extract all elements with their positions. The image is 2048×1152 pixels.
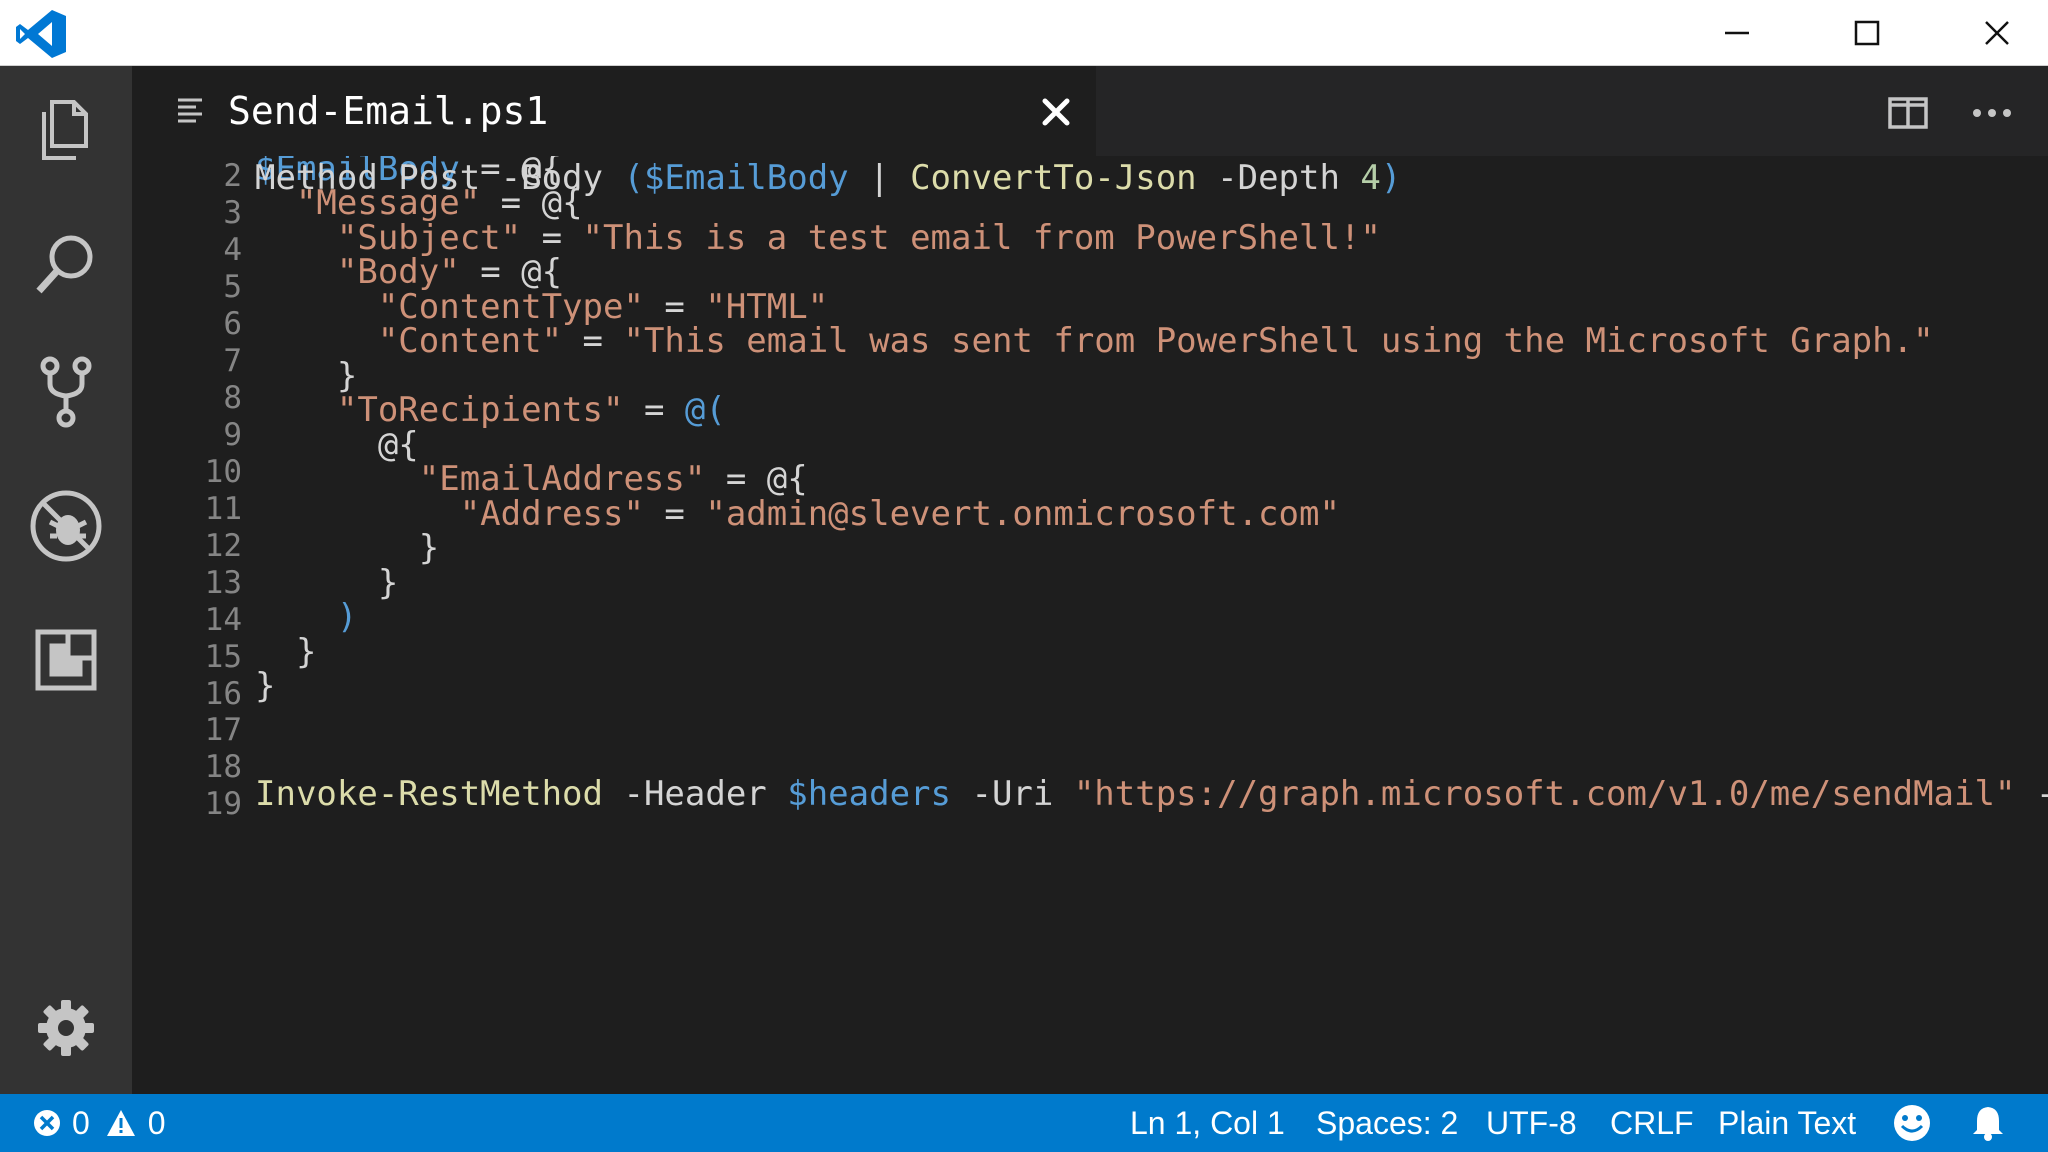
code-token: "admin@slevert.onmicrosoft.com": [705, 494, 1340, 534]
indentation[interactable]: Spaces: 2: [1316, 1094, 1458, 1152]
code-token: |: [848, 158, 911, 198]
gear-icon[interactable]: [26, 988, 106, 1068]
language-mode[interactable]: Plain Text: [1718, 1094, 1856, 1152]
line-number: 18: [204, 749, 242, 785]
line-number-gutter: 12345678910111213141516171819: [132, 156, 242, 1094]
tab-title: Send-Email.ps1: [228, 89, 549, 133]
warning-icon: [104, 1106, 138, 1140]
smiley-icon[interactable]: [1892, 1094, 1932, 1152]
code-token: "This email was sent from PowerShell usi…: [623, 321, 1934, 361]
bell-icon[interactable]: [1970, 1094, 2006, 1152]
git-branch-icon[interactable]: [26, 352, 106, 432]
code-token: ConvertTo-Json: [910, 158, 1197, 198]
code-token: (: [623, 158, 644, 198]
line-number: 5: [223, 269, 242, 305]
line-number: 12: [204, 528, 242, 564]
end-of-line[interactable]: CRLF: [1610, 1094, 1694, 1152]
maximize-icon[interactable]: [1802, 0, 1932, 66]
code-token: $EmailBody: [643, 158, 849, 198]
line-number: 17: [204, 712, 242, 748]
code-token: "Address": [459, 494, 644, 534]
code-token: "This is a test email from PowerShell!": [582, 218, 1381, 258]
files-icon[interactable]: [26, 90, 106, 170]
line-number: 16: [204, 676, 242, 712]
code-line: }: [255, 664, 275, 708]
warning-count: 0: [147, 1104, 166, 1141]
code-token: "Content": [377, 321, 563, 361]
code-line: "Content" = "This email was sent from Po…: [255, 319, 1934, 363]
lines-icon: [176, 96, 204, 126]
code-token: $headers: [787, 774, 951, 814]
line-number: 3: [223, 195, 242, 231]
cursor-position[interactable]: Ln 1, Col 1: [1130, 1094, 1285, 1152]
title-bar: [0, 0, 2048, 66]
minimize-icon[interactable]: [1672, 0, 1802, 66]
line-number: 10: [204, 454, 242, 490]
code-token: }: [255, 666, 276, 706]
close-icon[interactable]: [1932, 0, 2048, 66]
line-number: 14: [204, 602, 242, 638]
code-content[interactable]: # Building an Email JSON representation$…: [255, 156, 2048, 1094]
encoding[interactable]: UTF-8: [1486, 1094, 1577, 1152]
line-number: 4: [223, 232, 242, 268]
code-token: -: [2015, 774, 2048, 814]
error-count: 0: [72, 1104, 90, 1141]
line-number: 2: [223, 158, 242, 194]
code-editor[interactable]: 12345678910111213141516171819 # Building…: [132, 156, 2048, 1094]
code-token: -Depth: [1196, 158, 1361, 198]
code-token: 4: [1360, 158, 1381, 198]
tab-strip: Send-Email.ps1: [132, 66, 2048, 156]
line-number: 7: [223, 343, 242, 379]
split-editor-icon[interactable]: [1882, 90, 1934, 136]
code-token: Method Post -Body: [255, 158, 624, 198]
line-number: 6: [223, 306, 242, 342]
vscode-logo-icon: [14, 8, 68, 60]
error-icon: [30, 1106, 64, 1140]
line-number: 8: [223, 380, 242, 416]
status-bar: 0 0 Ln 1, Col 1 Spaces: 2 UTF-8 CRLF Pla…: [0, 1094, 2048, 1152]
code-token: -Uri: [951, 774, 1074, 814]
search-icon[interactable]: [26, 224, 106, 304]
code-token: =: [643, 494, 706, 534]
tab-close-icon[interactable]: [1036, 92, 1076, 132]
activity-bar: [0, 66, 132, 1094]
tab-send-email[interactable]: Send-Email.ps1: [132, 66, 1096, 156]
code-line: Method Post -Body ($EmailBody | ConvertT…: [255, 156, 1401, 200]
line-number: 13: [204, 565, 242, 601]
code-token: "https://graph.microsoft.com/v1.0/me/sen…: [1073, 774, 2016, 814]
code-token: ): [336, 597, 358, 637]
code-line: Invoke-RestMethod -Header $headers -Uri …: [255, 772, 2048, 816]
code-token: -Header: [603, 774, 788, 814]
code-token: =: [562, 321, 624, 361]
code-token: Invoke-RestMethod: [255, 774, 603, 814]
line-number: 11: [204, 491, 242, 527]
more-actions-icon[interactable]: [1964, 90, 2020, 136]
code-token: @(: [684, 390, 726, 430]
line-number: 19: [204, 786, 242, 822]
code-token: =: [623, 390, 685, 430]
extensions-icon[interactable]: [26, 620, 106, 700]
line-number: 9: [223, 417, 242, 453]
debug-icon[interactable]: [26, 486, 106, 566]
code-token: ): [1380, 158, 1402, 198]
problems-indicator[interactable]: 0 0: [30, 1094, 166, 1152]
line-number: 15: [204, 639, 242, 675]
